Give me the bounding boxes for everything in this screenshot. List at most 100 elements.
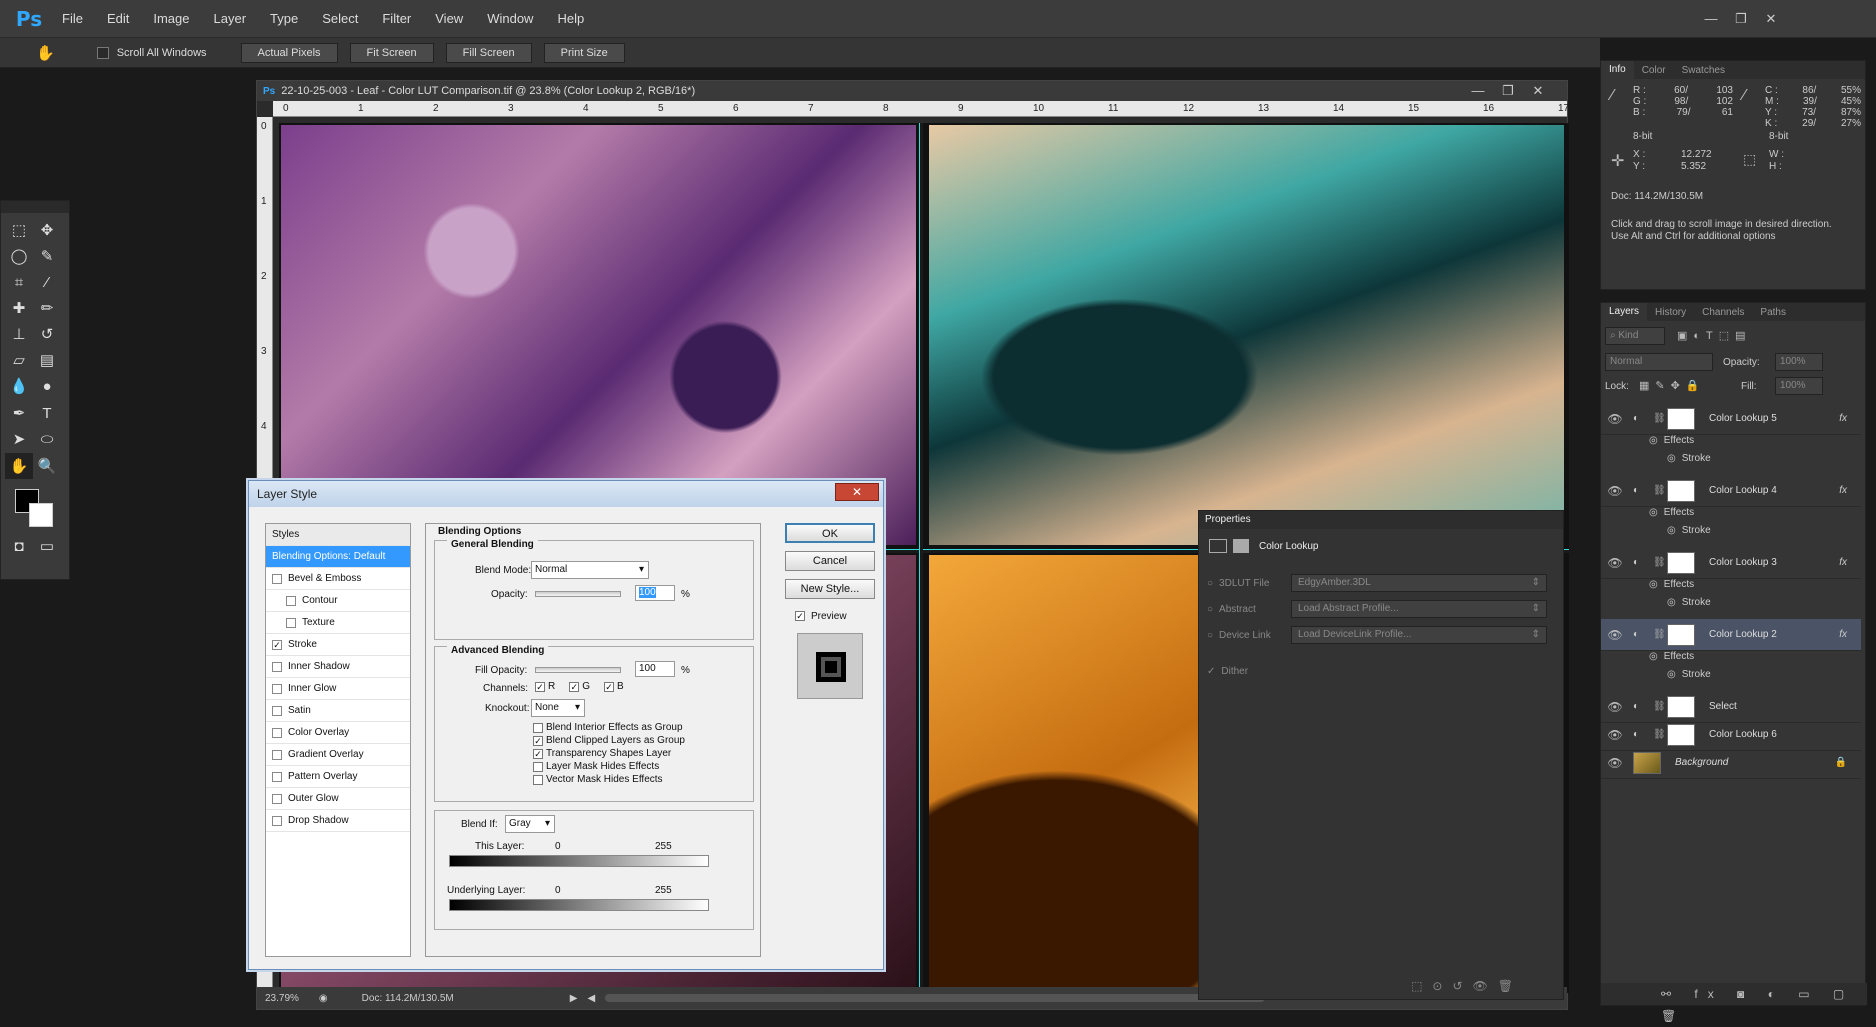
dialog-title-bar[interactable]: Layer Style: [249, 481, 883, 507]
this-layer-gradient-slider[interactable]: [449, 855, 709, 867]
lasso-tool-icon[interactable]: ◯: [5, 243, 33, 269]
opacity-input[interactable]: 100%: [1775, 353, 1823, 371]
doc-minimize-button[interactable]: —: [1463, 81, 1493, 101]
path-select-icon[interactable]: ➤: [5, 426, 33, 452]
properties-title[interactable]: Properties: [1199, 511, 1563, 529]
blur-tool-icon[interactable]: 💧: [5, 373, 33, 399]
fill-input[interactable]: 100%: [1775, 377, 1823, 395]
radio-button[interactable]: ○: [1207, 578, 1213, 589]
channel-g[interactable]: ✓ G: [569, 681, 590, 692]
style-checkbox[interactable]: [272, 749, 282, 760]
effects-row[interactable]: ◎ Effects: [1649, 579, 1694, 597]
style-item[interactable]: Bevel & Emboss: [266, 568, 410, 590]
menu-filter[interactable]: Filter: [370, 0, 423, 38]
style-checkbox[interactable]: [272, 727, 282, 738]
opacity-slider[interactable]: [535, 591, 621, 597]
visibility-eye-icon[interactable]: ◎: [1649, 651, 1658, 662]
layer-thumbnail[interactable]: [1633, 751, 1661, 774]
style-item[interactable]: Inner Shadow: [266, 656, 410, 678]
stroke-effect-row[interactable]: ◎ Stroke: [1667, 525, 1711, 543]
dialog-close-button[interactable]: ✕: [835, 483, 879, 501]
advanced-option[interactable]: Vector Mask Hides Effects: [533, 773, 685, 786]
radio-button[interactable]: ○: [1207, 604, 1213, 615]
advanced-option[interactable]: ✓ Blend Clipped Layers as Group: [533, 734, 685, 747]
cancel-button[interactable]: Cancel: [785, 551, 875, 571]
option-checkbox[interactable]: [533, 722, 543, 733]
quick-select-tool-icon[interactable]: ✎: [33, 243, 61, 269]
style-checkbox[interactable]: [286, 617, 296, 628]
style-item[interactable]: Drop Shadow: [266, 810, 410, 832]
style-item[interactable]: Texture: [266, 612, 410, 634]
stroke-effect-row[interactable]: ◎ Stroke: [1667, 453, 1711, 471]
guide-vertical[interactable]: [919, 123, 923, 993]
eraser-tool-icon[interactable]: ▱: [5, 347, 33, 373]
style-item[interactable]: Satin: [266, 700, 410, 722]
quick-mask-icon[interactable]: ◘: [5, 533, 33, 559]
background-color[interactable]: [29, 502, 53, 527]
restore-button[interactable]: ❐: [1726, 9, 1756, 29]
fit-screen-button[interactable]: Fit Screen: [349, 42, 434, 63]
preview-checkbox[interactable]: ✓: [795, 611, 805, 621]
visibility-eye-icon[interactable]: ◎: [1649, 435, 1658, 446]
link-icon[interactable]: ⛓: [1653, 729, 1666, 740]
menu-edit[interactable]: Edit: [95, 0, 141, 38]
menu-file[interactable]: File: [50, 0, 95, 38]
layer-mask-thumbnail[interactable]: [1667, 723, 1695, 746]
lut-option-row[interactable]: ○ Device Link: [1207, 625, 1271, 645]
layer-name[interactable]: Color Lookup 3: [1709, 557, 1777, 568]
color-swatches[interactable]: [1, 483, 69, 533]
eyedropper-tool-icon[interactable]: ⁄: [33, 269, 61, 295]
new-style-button[interactable]: New Style...: [785, 579, 875, 599]
panel-tab[interactable]: Swatches: [1674, 65, 1733, 76]
fx-icon[interactable]: fx: [1839, 413, 1847, 424]
kind-filter[interactable]: ⌕ Kind: [1605, 327, 1665, 345]
dodge-tool-icon[interactable]: ●: [33, 374, 61, 400]
stroke-effect-row[interactable]: ◎ Stroke: [1667, 669, 1711, 687]
healing-tool-icon[interactable]: ✚: [5, 295, 33, 321]
type-tool-icon[interactable]: T: [33, 400, 61, 426]
filter-icons[interactable]: ▣◐T⬚▤: [1677, 329, 1752, 342]
actual-pixels-button[interactable]: Actual Pixels: [240, 42, 338, 63]
panel-tab[interactable]: Channels: [1694, 307, 1752, 318]
visibility-eye-icon[interactable]: 👁: [1605, 756, 1625, 770]
menu-image[interactable]: Image: [141, 0, 201, 38]
menu-layer[interactable]: Layer: [202, 0, 259, 38]
layer-row[interactable]: 👁 ◐ ⛓ Color Lookup 3 fx: [1601, 547, 1861, 579]
fill-opacity-input[interactable]: 100: [635, 661, 675, 677]
visibility-eye-icon[interactable]: ◎: [1649, 507, 1658, 518]
print-size-button[interactable]: Print Size: [543, 42, 625, 63]
crop-tool-icon[interactable]: ⌗: [5, 269, 33, 295]
style-checkbox[interactable]: ✓: [272, 639, 282, 650]
channel-b[interactable]: ✓ B: [604, 681, 624, 692]
lut-option-select[interactable]: Load DeviceLink Profile... ⇕: [1291, 626, 1547, 644]
dither-option[interactable]: ✓ Dither: [1207, 661, 1248, 681]
scroll-left-icon[interactable]: ◀: [587, 993, 595, 1004]
channel-checkbox[interactable]: ✓: [569, 681, 580, 692]
marquee-tool-icon[interactable]: ⬚: [5, 217, 33, 243]
ruler-horizontal[interactable]: 0123456789101112131415161718: [273, 101, 1644, 117]
advanced-option[interactable]: ✓ Transparency Shapes Layer: [533, 747, 685, 760]
brush-tool-icon[interactable]: ✏: [33, 295, 61, 321]
link-icon[interactable]: ⛓: [1653, 701, 1666, 712]
zoom-tool-icon[interactable]: 🔍: [33, 453, 61, 479]
blend-mode-dropdown[interactable]: Normal ▾: [531, 561, 649, 579]
menu-type[interactable]: Type: [258, 0, 310, 38]
pen-tool-icon[interactable]: ✒: [5, 400, 33, 426]
properties-footer-icons[interactable]: ⬚⊙↺👁🗑: [1411, 979, 1523, 993]
panel-tab[interactable]: Layers: [1601, 303, 1648, 321]
layers-footer-icons[interactable]: ⚯ fx ◙ ◐ ▭ ▢ 🗑: [1601, 983, 1867, 1023]
style-item[interactable]: ✓ Stroke: [266, 634, 410, 656]
fill-opacity-slider[interactable]: [535, 667, 621, 673]
style-item[interactable]: Color Overlay: [266, 722, 410, 744]
effects-row[interactable]: ◎ Effects: [1649, 435, 1694, 453]
visibility-eye-icon[interactable]: ◎: [1667, 525, 1676, 536]
gradient-tool-icon[interactable]: ▤: [33, 347, 61, 373]
style-checkbox[interactable]: [286, 595, 296, 606]
option-checkbox[interactable]: [533, 761, 543, 772]
layer-name[interactable]: Background: [1675, 757, 1728, 768]
doc-close-button[interactable]: ✕: [1523, 81, 1553, 101]
layer-mask-thumbnail[interactable]: [1667, 479, 1695, 502]
scroll-all-windows-checkbox[interactable]: [96, 46, 109, 59]
layer-name[interactable]: Select: [1709, 701, 1737, 712]
menu-view[interactable]: View: [423, 0, 475, 38]
